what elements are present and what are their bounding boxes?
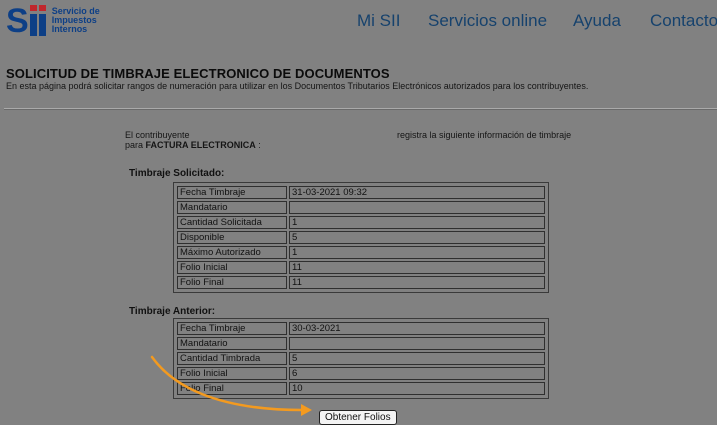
- row-value: 31-03-2021 09:32: [289, 186, 545, 199]
- row-label: Cantidad Timbrada: [177, 352, 287, 365]
- table-row: Cantidad Timbrada 5: [177, 352, 545, 365]
- row-label: Fecha Timbraje: [177, 186, 287, 199]
- row-label: Folio Inicial: [177, 261, 287, 274]
- row-value: 5: [289, 352, 545, 365]
- row-label: Mandatario: [177, 337, 287, 350]
- table-row: Disponible 5: [177, 231, 545, 244]
- row-label: Folio Final: [177, 382, 287, 395]
- table-row: Máximo Autorizado 1: [177, 246, 545, 259]
- nav-ayuda[interactable]: Ayuda: [573, 11, 621, 31]
- page-title: SOLICITUD DE TIMBRAJE ELECTRONICO DE DOC…: [6, 66, 390, 81]
- row-value: 6: [289, 367, 545, 380]
- obtain-folios-wrap: Obtener Folios: [319, 407, 397, 425]
- table-row: Folio Inicial 6: [177, 367, 545, 380]
- table-row: Fecha Timbraje 31-03-2021 09:32: [177, 186, 545, 199]
- row-value: [289, 337, 545, 350]
- table-row: Folio Final 11: [177, 276, 545, 289]
- document-type-suffix: :: [258, 140, 261, 150]
- contributor-label: El contribuyente: [125, 130, 190, 140]
- top-nav: Mi SII Servicios online Ayuda Contacto: [0, 11, 717, 31]
- table-row: Fecha Timbraje 30-03-2021: [177, 322, 545, 335]
- row-label: Folio Inicial: [177, 367, 287, 380]
- row-value: 10: [289, 382, 545, 395]
- row-value: 1: [289, 246, 545, 259]
- table-row: Folio Final 10: [177, 382, 545, 395]
- document-type-line: para FACTURA ELECTRONICA :: [125, 140, 261, 150]
- row-label: Máximo Autorizado: [177, 246, 287, 259]
- row-value: 30-03-2021: [289, 322, 545, 335]
- table-row: Mandatario: [177, 201, 545, 214]
- table-row: Cantidad Solicitada 1: [177, 216, 545, 229]
- row-value: 1: [289, 216, 545, 229]
- requested-section-title: Timbraje Solicitado:: [129, 168, 225, 179]
- site-header: S Servicio de Impuestos Internos Mi SII …: [0, 0, 717, 44]
- nav-servicios-online[interactable]: Servicios online: [428, 11, 547, 31]
- row-label: Fecha Timbraje: [177, 322, 287, 335]
- document-type-prefix: para: [125, 140, 144, 150]
- row-label: Folio Final: [177, 276, 287, 289]
- row-label: Disponible: [177, 231, 287, 244]
- nav-mi-sii[interactable]: Mi SII: [357, 11, 400, 31]
- row-value: [289, 201, 545, 214]
- row-value: 11: [289, 261, 545, 274]
- row-label: Cantidad Solicitada: [177, 216, 287, 229]
- previous-info-table: Fecha Timbraje 30-03-2021 Mandatario Cant…: [173, 318, 549, 399]
- registers-info-text: registra la siguiente información de tim…: [397, 130, 572, 140]
- page-description: En esta página podrá solicitar rangos de…: [6, 81, 589, 91]
- row-label: Mandatario: [177, 201, 287, 214]
- nav-contacto[interactable]: Contacto: [650, 11, 717, 31]
- requested-info-table: Fecha Timbraje 31-03-2021 09:32 Mandatari…: [173, 182, 549, 293]
- document-type: FACTURA ELECTRONICA: [145, 140, 256, 150]
- annotation-arrowhead: [301, 404, 312, 416]
- table-row: Mandatario: [177, 337, 545, 350]
- row-value: 5: [289, 231, 545, 244]
- obtain-folios-button[interactable]: Obtener Folios: [319, 410, 397, 425]
- divider: [4, 108, 717, 110]
- row-value: 11: [289, 276, 545, 289]
- table-row: Folio Inicial 11: [177, 261, 545, 274]
- previous-section-title: Timbraje Anterior:: [129, 306, 216, 317]
